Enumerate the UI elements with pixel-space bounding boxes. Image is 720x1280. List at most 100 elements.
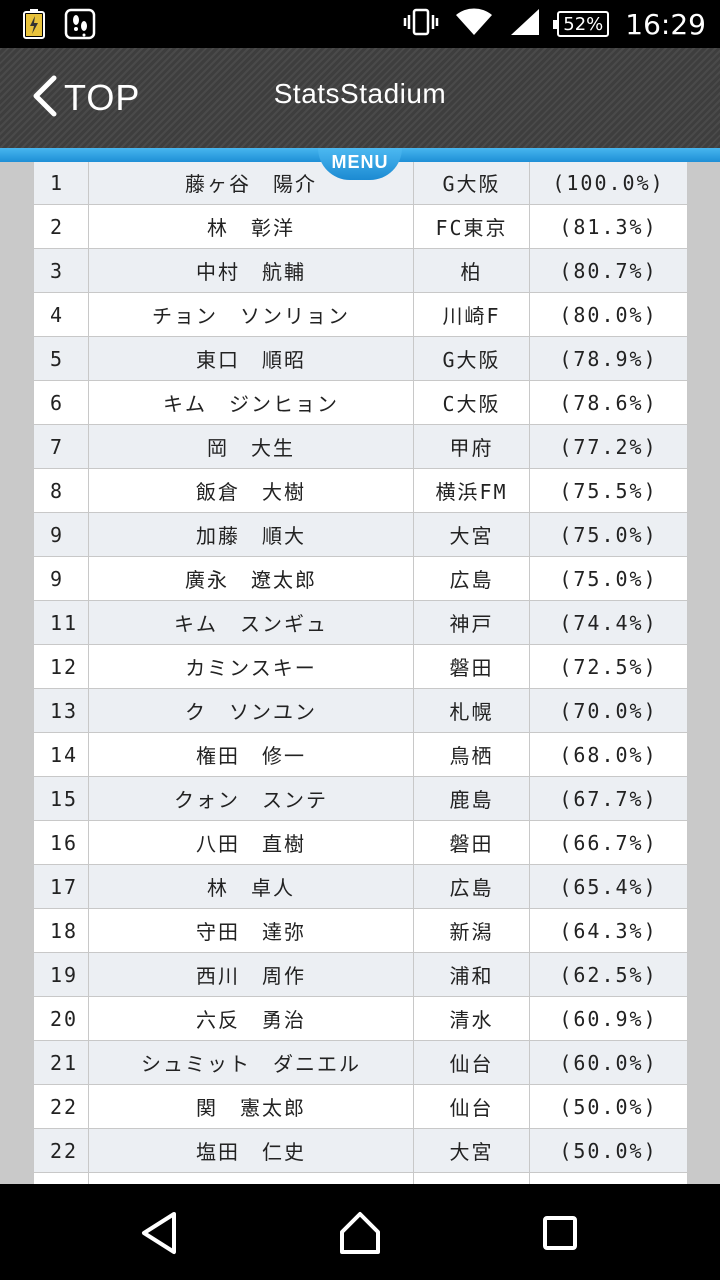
navigation-bar <box>0 1184 720 1280</box>
player-name-cell: 林 卓人 <box>88 864 414 909</box>
team-cell: 甲府 <box>413 424 530 469</box>
wifi-icon <box>455 7 493 41</box>
team-cell: 仙台 <box>413 1040 530 1085</box>
percentage-cell: (65.4%) <box>529 864 688 909</box>
percentage-cell: (67.7%) <box>529 776 688 821</box>
percentage-cell: (75.0%) <box>529 512 688 557</box>
table-row[interactable]: 14 権田 修一 鳥栖 (68.0%) <box>33 732 688 777</box>
table-row[interactable]: 7岡 大生 甲府 (77.2%) <box>33 424 688 469</box>
table-row[interactable]: 19 西川 周作 浦和 (62.5%) <box>33 952 688 997</box>
table-row[interactable]: 13 ク ソンユン 札幌 (70.0%) <box>33 688 688 733</box>
table-row[interactable]: 21 シュミット ダニエル 仙台 (60.0%) <box>33 1040 688 1085</box>
rank-cell: 11 <box>33 600 89 645</box>
percentage-cell: (62.5%) <box>529 952 688 997</box>
percentage-cell: (64.3%) <box>529 908 688 953</box>
signal-icon <box>509 7 541 41</box>
percentage-cell: (78.6%) <box>529 380 688 425</box>
table-row[interactable]: 11 キム スンギュ 神戸 (74.4%) <box>33 600 688 645</box>
rank-cell: 8 <box>33 468 89 513</box>
team-cell: 広島 <box>413 864 530 909</box>
table-row[interactable]: 3 中村 航輔柏 (80.7%) <box>33 248 688 293</box>
status-bar: 52% 16:29 <box>0 0 720 48</box>
table-row[interactable]: 15 クォン スンテ 鹿島 (67.7%) <box>33 776 688 821</box>
player-name-cell: 東口 順昭 <box>88 336 414 381</box>
table-row[interactable]: 8 飯倉 大樹 横浜FM (75.5%) <box>33 468 688 513</box>
rank-cell: 9 <box>33 512 89 557</box>
player-name-cell <box>88 1172 414 1184</box>
rank-cell: 21 <box>33 1040 89 1085</box>
percentage-cell: (75.5%) <box>529 468 688 513</box>
player-name-cell: 六反 勇治 <box>88 996 414 1041</box>
player-name-cell: 岡 大生 <box>88 424 414 469</box>
team-cell: 仙台 <box>413 1084 530 1129</box>
player-name-cell: 中村 航輔 <box>88 248 414 293</box>
rank-cell: 13 <box>33 688 89 733</box>
rank-cell: 16 <box>33 820 89 865</box>
rank-cell: 4 <box>33 292 89 337</box>
table-row[interactable]: 22 塩田 仁史 大宮 (50.0%) <box>33 1128 688 1173</box>
table-row[interactable]: 6 キム ジンヒョン C大阪 (78.6%) <box>33 380 688 425</box>
percentage-cell: (66.7%) <box>529 820 688 865</box>
content-area[interactable]: 1 藤ヶ谷 陽介 G大阪 (100.0%) 2 林 彰洋 FC東京 (81.3%) 3 中村 航輔… <box>0 162 720 1184</box>
player-name-cell: シュミット ダニエル <box>88 1040 414 1085</box>
rank-cell: 5 <box>33 336 89 381</box>
rank-cell: 18 <box>33 908 89 953</box>
team-cell <box>413 1172 530 1184</box>
player-name-cell: 西川 周作 <box>88 952 414 997</box>
rank-cell: 2 <box>33 204 89 249</box>
player-name-cell: ク ソンユン <box>88 688 414 733</box>
percentage-cell: (77.2%) <box>529 424 688 469</box>
table-row[interactable]: 20 六反 勇治 清水 (60.9%) <box>33 996 688 1041</box>
team-cell: G大阪 <box>413 336 530 381</box>
clock: 16:29 <box>625 7 706 41</box>
app-header: TOP StatsStadium <box>0 48 720 148</box>
team-cell: 磐田 <box>413 644 530 689</box>
table-row[interactable]: 9 廣永 遼太郎 広島 (75.0%) <box>33 556 688 601</box>
rank-cell: 9 <box>33 556 89 601</box>
percentage-cell: (60.9%) <box>529 996 688 1041</box>
team-cell: FC東京 <box>413 204 530 249</box>
player-name-cell: 塩田 仁史 <box>88 1128 414 1173</box>
rank-cell: 22 <box>33 1128 89 1173</box>
charging-battery-icon <box>22 8 46 44</box>
ranking-table: 1 藤ヶ谷 陽介 G大阪 (100.0%) 2 林 彰洋 FC東京 (81.3%) 3 中村 航輔… <box>33 162 688 1184</box>
rank-cell: 22 <box>33 1084 89 1129</box>
home-icon[interactable] <box>330 1208 390 1258</box>
percentage-cell: (72.5%) <box>529 644 688 689</box>
table-row[interactable]: 17 林 卓人 広島 (65.4%) <box>33 864 688 909</box>
rank-cell: 12 <box>33 644 89 689</box>
percentage-cell: (81.3%) <box>529 204 688 249</box>
player-name-cell: 廣永 遼太郎 <box>88 556 414 601</box>
rank-cell: 20 <box>33 996 89 1041</box>
percentage-cell: (68.0%) <box>529 732 688 777</box>
percentage-cell <box>529 1172 688 1184</box>
percentage-cell: (74.4%) <box>529 600 688 645</box>
team-cell: 大宮 <box>413 512 530 557</box>
table-row[interactable]: 2林 彰洋 FC東京 (81.3%) <box>33 204 688 249</box>
table-row[interactable]: 5 東口 順昭 G大阪 (78.9%) <box>33 336 688 381</box>
percentage-cell: (80.7%) <box>529 248 688 293</box>
player-name-cell: 守田 達弥 <box>88 908 414 953</box>
player-name-cell: チョン ソンリョン <box>88 292 414 337</box>
percentage-cell: (75.0%) <box>529 556 688 601</box>
table-row[interactable] <box>33 1172 688 1184</box>
rank-cell: 1 <box>33 162 89 205</box>
table-row[interactable]: 18 守田 達弥 新潟 (64.3%) <box>33 908 688 953</box>
table-row[interactable]: 12 カミンスキー 磐田 (72.5%) <box>33 644 688 689</box>
percentage-cell: (50.0%) <box>529 1084 688 1129</box>
team-cell: 鳥栖 <box>413 732 530 777</box>
rank-cell: 6 <box>33 380 89 425</box>
table-row[interactable]: 4 チョン ソンリョン 川崎F (80.0%) <box>33 292 688 337</box>
table-row[interactable]: 22 関 憲太郎 仙台 (50.0%) <box>33 1084 688 1129</box>
recents-icon[interactable] <box>530 1208 590 1258</box>
player-name-cell: キム スンギュ <box>88 600 414 645</box>
percentage-cell: (60.0%) <box>529 1040 688 1085</box>
table-row[interactable]: 16 八田 直樹 磐田 (66.7%) <box>33 820 688 865</box>
team-cell: 札幌 <box>413 688 530 733</box>
rank-cell <box>33 1172 89 1184</box>
back-icon[interactable] <box>130 1208 190 1258</box>
team-cell: 清水 <box>413 996 530 1041</box>
table-row[interactable]: 9 加藤 順大 大宮 (75.0%) <box>33 512 688 557</box>
player-name-cell: カミンスキー <box>88 644 414 689</box>
team-cell: 広島 <box>413 556 530 601</box>
